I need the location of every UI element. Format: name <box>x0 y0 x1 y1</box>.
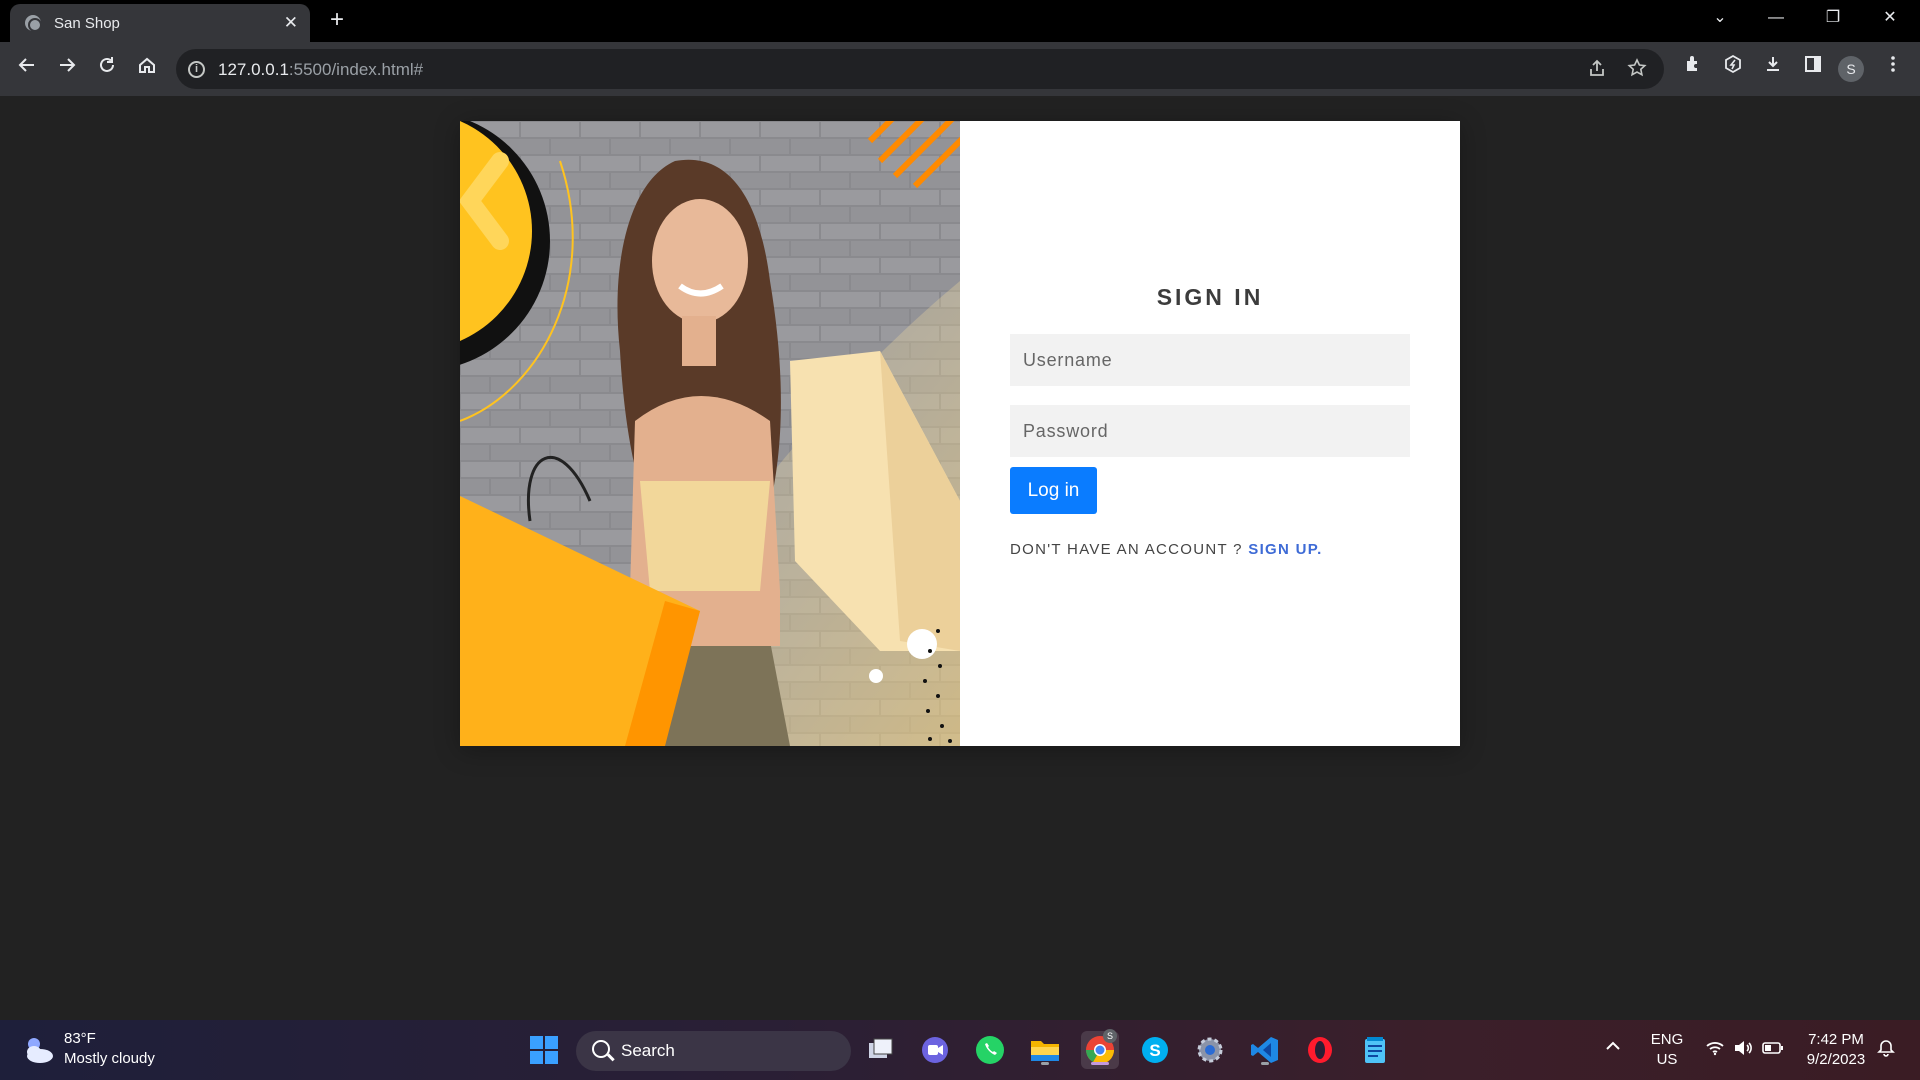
taskbar: 83°F Mostly cloudy Search S S ENG US 7:4… <box>0 1020 1920 1080</box>
wifi-icon[interactable] <box>1705 1040 1725 1060</box>
clock-date: 9/2/2023 <box>1806 1051 1866 1068</box>
globe-icon <box>25 15 42 32</box>
tab-search-chevron-icon[interactable]: ⌄ <box>1692 0 1748 36</box>
reload-icon[interactable] <box>92 54 122 84</box>
close-window-button[interactable]: ✕ <box>1862 0 1918 36</box>
back-icon[interactable] <box>12 54 42 84</box>
weather-description: Mostly cloudy <box>64 1050 155 1067</box>
app-running-indicator <box>1261 1062 1269 1065</box>
region-code: US <box>1656 1051 1678 1068</box>
browser-tab[interactable]: San Shop ✕ <box>10 4 310 42</box>
forward-icon[interactable] <box>52 54 82 84</box>
settings-gear-icon[interactable] <box>1191 1031 1229 1069</box>
app-active-indicator <box>1091 1062 1109 1065</box>
login-card: SIGN IN Log in DON'T HAVE AN ACCOUNT ? S… <box>460 121 1460 746</box>
share-icon[interactable] <box>1586 58 1608 80</box>
hero-shopping-image <box>460 121 960 746</box>
tab-title: San Shop <box>54 15 120 32</box>
signin-form: SIGN IN Log in DON'T HAVE AN ACCOUNT ? S… <box>960 121 1460 746</box>
clock[interactable]: 7:42 PM 9/2/2023 <box>1800 1030 1872 1070</box>
address-bar[interactable]: i 127.0.0.1:5500/index.html# <box>176 49 1664 89</box>
partly-cloudy-icon[interactable] <box>20 1032 56 1068</box>
username-input[interactable] <box>1010 334 1410 386</box>
no-account-text: DON'T HAVE AN ACCOUNT ? <box>1010 541 1243 558</box>
whatsapp-icon[interactable] <box>971 1031 1009 1069</box>
extensions-icon[interactable] <box>1678 54 1708 84</box>
browser-tab-bar: San Shop ✕ + ⌄ — ❐ ✕ <box>0 0 1920 42</box>
signup-link[interactable]: SIGN UP. <box>1248 541 1322 558</box>
login-button[interactable]: Log in <box>1010 467 1097 514</box>
vscode-icon[interactable] <box>1246 1031 1284 1069</box>
clock-time: 7:42 PM <box>1808 1031 1864 1048</box>
search-icon <box>592 1040 610 1058</box>
app-running-indicator <box>1041 1062 1049 1065</box>
battery-icon[interactable] <box>1762 1041 1784 1059</box>
bookmark-star-icon[interactable] <box>1626 58 1648 80</box>
windows-start-icon[interactable] <box>525 1031 563 1069</box>
chrome-icon[interactable]: S <box>1081 1029 1119 1069</box>
weather-temperature: 83°F <box>64 1030 96 1047</box>
file-explorer-icon[interactable] <box>1026 1031 1064 1069</box>
task-view-icon[interactable] <box>862 1031 900 1069</box>
restore-button[interactable]: ❐ <box>1805 0 1861 36</box>
chrome-profile-badge: S <box>1103 1029 1117 1043</box>
side-panel-icon[interactable] <box>1798 54 1828 84</box>
page-viewport: SIGN IN Log in DON'T HAVE AN ACCOUNT ? S… <box>0 96 1920 1020</box>
page-title: SIGN IN <box>1156 284 1264 310</box>
input-language[interactable]: ENG US <box>1648 1030 1686 1070</box>
taskbar-search[interactable]: Search <box>576 1031 851 1071</box>
more-menu-icon[interactable] <box>1878 54 1908 84</box>
notifications-icon[interactable] <box>1876 1038 1896 1062</box>
url-text: 127.0.0.1:5500/index.html# <box>218 60 424 79</box>
home-icon[interactable] <box>132 54 162 84</box>
svg-text:S: S <box>1149 1041 1160 1060</box>
extension-sync-icon[interactable] <box>1718 54 1748 84</box>
download-icon[interactable] <box>1758 54 1788 84</box>
teams-chat-icon[interactable] <box>916 1031 954 1069</box>
volume-icon[interactable] <box>1733 1040 1753 1060</box>
opera-icon[interactable] <box>1301 1031 1339 1069</box>
signup-prompt: DON'T HAVE AN ACCOUNT ? SIGN UP. <box>1010 541 1323 558</box>
profile-avatar[interactable]: S <box>1838 56 1864 82</box>
tab-close-icon[interactable]: ✕ <box>284 13 298 33</box>
skype-icon[interactable]: S <box>1136 1031 1174 1069</box>
show-hidden-icons-chevron-icon[interactable] <box>1605 1038 1621 1055</box>
search-label: Search <box>621 1041 675 1060</box>
browser-toolbar: i 127.0.0.1:5500/index.html# S <box>0 42 1920 96</box>
password-input[interactable] <box>1010 405 1410 457</box>
new-tab-button[interactable]: + <box>320 6 354 36</box>
notepad-icon[interactable] <box>1356 1031 1394 1069</box>
minimize-button[interactable]: — <box>1748 0 1804 36</box>
site-info-icon[interactable]: i <box>188 61 205 78</box>
language-code: ENG <box>1650 1031 1684 1048</box>
